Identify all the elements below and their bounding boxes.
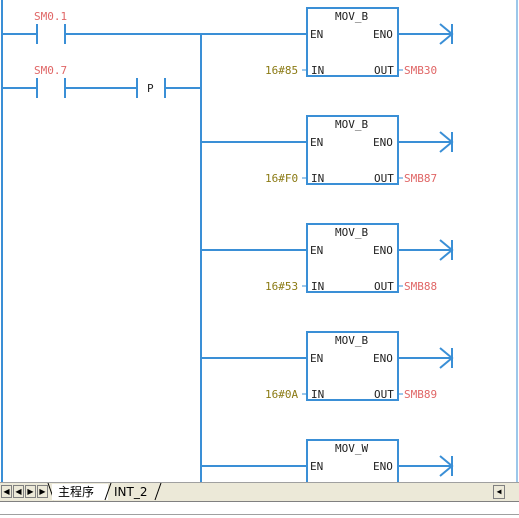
ladder-diagram-canvas[interactable]: SM0.1 SM0.7 P MOV_B EN ENO IN OUT 16#85 … [0, 0, 519, 482]
eno-pin: ENO [373, 28, 393, 41]
in-pin: IN [311, 64, 324, 77]
eno-pin: ENO [373, 352, 393, 365]
positive-edge-contact[interactable]: P [136, 78, 166, 98]
eno-pin: ENO [373, 136, 393, 149]
first-tab-button[interactable]: ◀ [1, 485, 12, 498]
tab-int-2[interactable]: INT_2 [108, 484, 160, 500]
tab-main-program[interactable]: 主程序 [52, 484, 108, 500]
tab-separator [154, 483, 162, 501]
out-pin: OUT [374, 388, 394, 401]
divider [0, 514, 519, 515]
out-operand[interactable]: SMB30 [404, 64, 437, 77]
in-operand[interactable]: 16#F0 [265, 172, 298, 185]
eno-pin: ENO [373, 460, 393, 473]
out-operand[interactable]: SMB87 [404, 172, 437, 185]
prev-tab-button[interactable]: ◀ [13, 485, 24, 498]
out-pin: OUT [374, 172, 394, 185]
block-title: MOV_B [335, 118, 368, 131]
en-pin: EN [310, 136, 323, 149]
en-pin: EN [310, 28, 323, 41]
eno-pin: ENO [373, 244, 393, 257]
block-title: MOV_B [335, 334, 368, 347]
block-title: MOV_B [335, 226, 368, 239]
contact-label: SM0.7 [34, 64, 67, 77]
mov-block[interactable]: MOV_B EN ENO IN OUT 16#53 SMB88 [201, 223, 454, 293]
out-pin: OUT [374, 280, 394, 293]
in-pin: IN [311, 388, 324, 401]
in-operand[interactable]: 16#53 [265, 280, 298, 293]
tab-bar: ◀ ◀ ▶ ▶ 主程序 INT_2 ◀ [0, 482, 519, 502]
in-pin: IN [311, 172, 324, 185]
mov-block[interactable]: MOV_W EN ENO [201, 439, 454, 482]
en-pin: EN [310, 244, 323, 257]
scroll-left-button[interactable]: ◀ [493, 485, 505, 499]
tab-label: INT_2 [114, 485, 148, 499]
mov-block[interactable]: MOV_B EN ENO IN OUT 16#0A SMB89 [201, 331, 454, 401]
tab-label: 主程序 [58, 485, 95, 499]
block-title: MOV_B [335, 10, 368, 23]
block-title: MOV_W [335, 442, 368, 455]
en-pin: EN [310, 460, 323, 473]
mov-block[interactable]: MOV_B EN ENO IN OUT 16#F0 SMB87 [201, 115, 454, 185]
in-operand[interactable]: 16#85 [265, 64, 298, 77]
ladder-diagram[interactable]: SM0.1 SM0.7 P MOV_B EN ENO IN OUT 16#85 … [0, 0, 519, 482]
contact-label: SM0.1 [34, 10, 67, 23]
out-operand[interactable]: SMB88 [404, 280, 437, 293]
next-tab-button[interactable]: ▶ [25, 485, 36, 498]
contact-sm0-7[interactable]: SM0.7 [2, 64, 67, 98]
horizontal-scrollbar[interactable]: ◀ [493, 485, 517, 499]
status-strip [0, 501, 519, 518]
out-pin: OUT [374, 64, 394, 77]
in-operand[interactable]: 16#0A [265, 388, 298, 401]
mov-block[interactable]: MOV_B EN ENO IN OUT 16#85 SMB30 [201, 7, 454, 77]
en-pin: EN [310, 352, 323, 365]
out-operand[interactable]: SMB89 [404, 388, 437, 401]
contact-sm0-1[interactable]: SM0.1 [2, 10, 67, 44]
edge-contact-label: P [147, 82, 154, 95]
in-pin: IN [311, 280, 324, 293]
